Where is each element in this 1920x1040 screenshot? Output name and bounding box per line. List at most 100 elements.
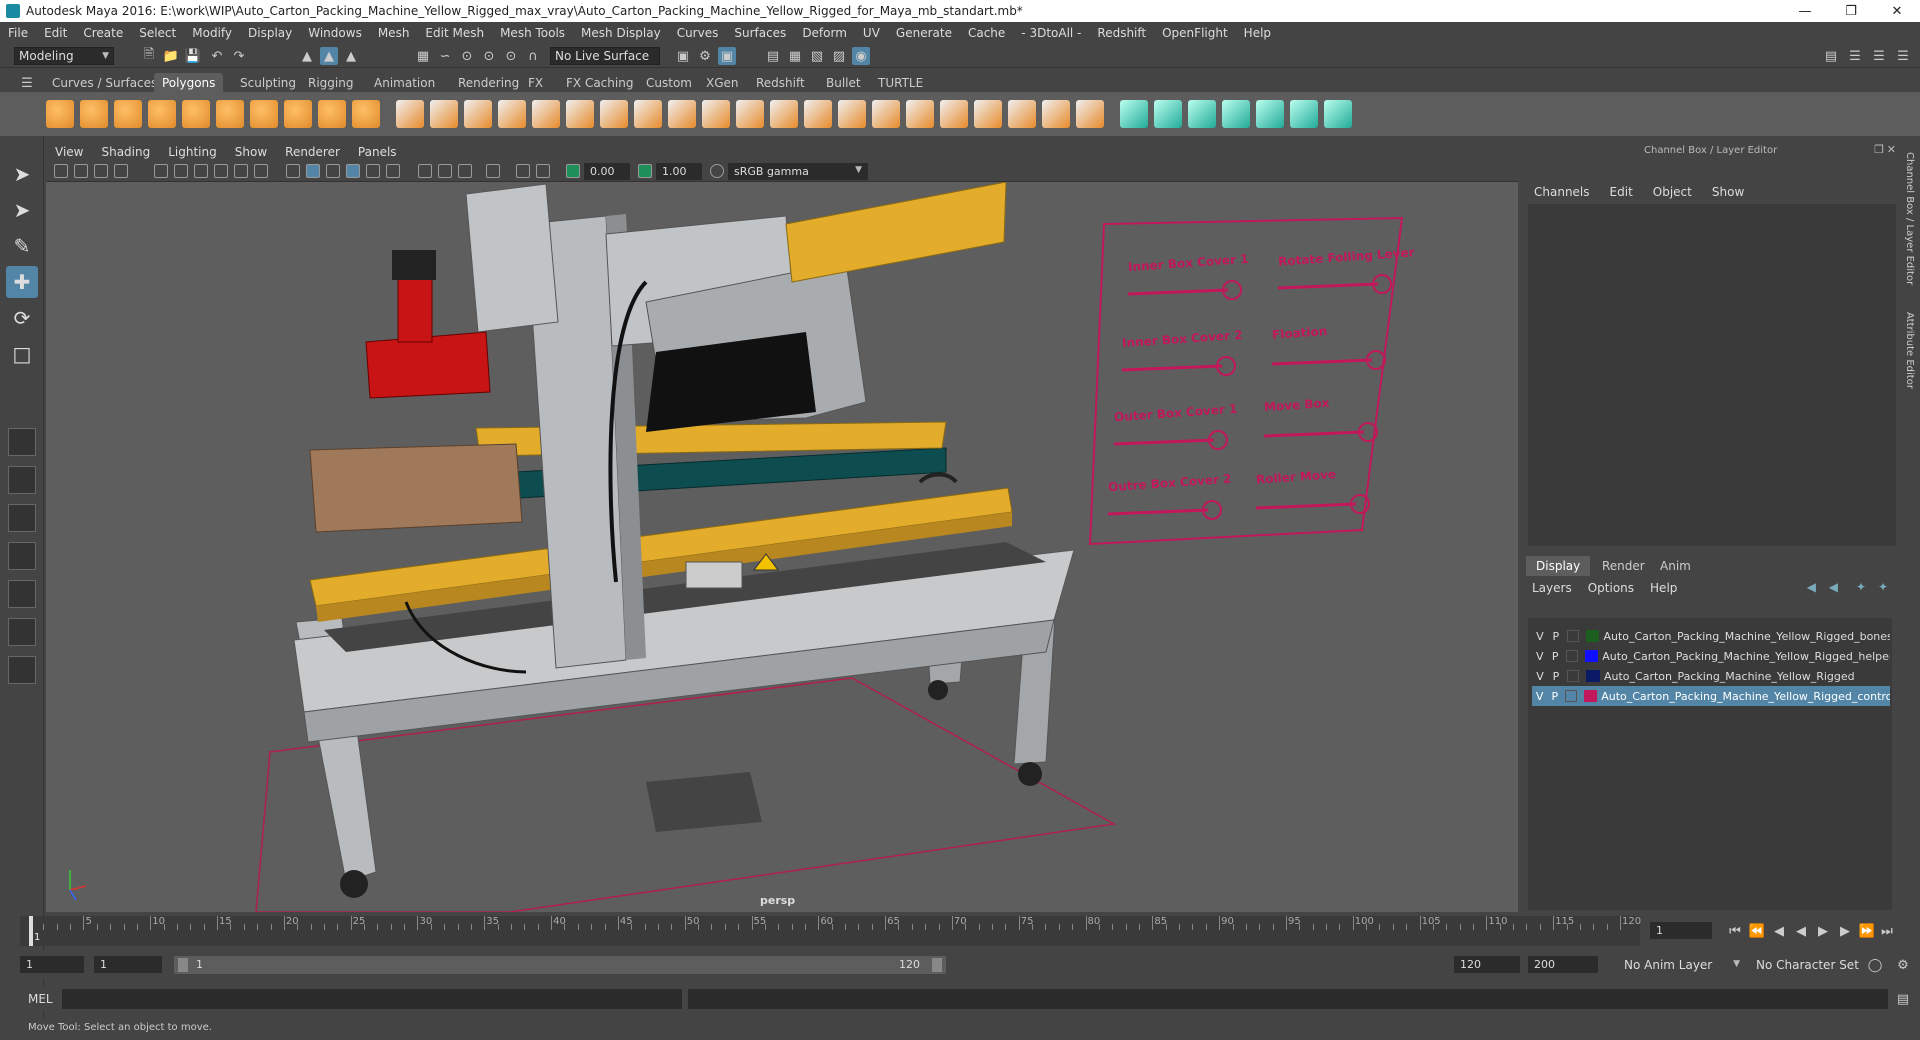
layer-color-swatch[interactable] bbox=[1585, 630, 1600, 642]
shelf-tab-rigging[interactable]: Rigging bbox=[300, 73, 361, 92]
cube-icon[interactable] bbox=[80, 100, 108, 128]
x-ray-icon[interactable] bbox=[516, 164, 530, 178]
move-layer-up-icon[interactable]: ◀ bbox=[1807, 580, 1816, 594]
menu-mesh[interactable]: Mesh bbox=[370, 26, 418, 40]
unfold-icon[interactable] bbox=[1324, 100, 1352, 128]
layer-display-type-toggle[interactable] bbox=[1565, 690, 1577, 702]
textured-icon[interactable] bbox=[346, 164, 360, 178]
menu-generate[interactable]: Generate bbox=[888, 26, 960, 40]
target-weld-icon[interactable] bbox=[940, 100, 968, 128]
undo-icon[interactable]: ↶ bbox=[208, 47, 226, 65]
rotate-tool-icon[interactable]: ⟳ bbox=[6, 302, 38, 334]
mode-dropdown[interactable]: Modeling ▼ bbox=[14, 47, 114, 65]
combine-icon[interactable] bbox=[532, 100, 560, 128]
wireframe-icon[interactable] bbox=[286, 164, 300, 178]
channel-box-menu-edit[interactable]: Edit bbox=[1600, 185, 1643, 199]
extract-icon[interactable] bbox=[600, 100, 628, 128]
range-end-handle[interactable] bbox=[932, 958, 942, 972]
channel-box-menu-show[interactable]: Show bbox=[1702, 185, 1754, 199]
viewport-menu-view[interactable]: View bbox=[46, 145, 92, 159]
playback-start-field[interactable]: 1 bbox=[94, 956, 162, 973]
persp-outliner-layout-icon[interactable] bbox=[8, 504, 36, 532]
side-tab-attribute-editor[interactable]: Attribute Editor bbox=[1904, 312, 1915, 389]
motion-blur-icon[interactable] bbox=[438, 164, 452, 178]
menu-surfaces[interactable]: Surfaces bbox=[726, 26, 794, 40]
layer-row[interactable]: V P Auto_Carton_Packing_Machine_Yellow_Rig… bbox=[1532, 626, 1890, 646]
color-management-icon[interactable] bbox=[710, 164, 724, 178]
hypershade-icon[interactable]: ▦ bbox=[786, 47, 804, 65]
snap-point-icon[interactable]: ⊙ bbox=[458, 47, 476, 65]
wireframe-on-shaded-icon[interactable] bbox=[326, 164, 340, 178]
shelf-tab-fx[interactable]: FX bbox=[520, 73, 551, 92]
film-gate-icon[interactable] bbox=[174, 164, 188, 178]
offset-edge-loop-icon[interactable] bbox=[1008, 100, 1036, 128]
sphere-icon[interactable] bbox=[46, 100, 74, 128]
persp-graph-layout-icon[interactable] bbox=[8, 542, 36, 570]
shelf-tab-redshift[interactable]: Redshift bbox=[748, 73, 813, 92]
redo-icon[interactable]: ↷ bbox=[230, 47, 248, 65]
layer-menu-layers[interactable]: Layers bbox=[1524, 581, 1580, 595]
safe-action-icon[interactable] bbox=[254, 164, 268, 178]
range-slider[interactable]: 1 120 bbox=[174, 956, 946, 974]
layer-menu-help[interactable]: Help bbox=[1642, 581, 1685, 595]
platonic-icon[interactable] bbox=[352, 100, 380, 128]
soccer-ball-icon[interactable] bbox=[430, 100, 458, 128]
viewport-menu-renderer[interactable]: Renderer bbox=[276, 145, 349, 159]
snap-view-icon[interactable]: ⊙ bbox=[480, 47, 498, 65]
live-surface-field[interactable]: No Live Surface bbox=[550, 47, 660, 65]
image-plane-icon[interactable] bbox=[114, 164, 128, 178]
render-region-icon[interactable]: ▣ bbox=[674, 47, 692, 65]
command-input[interactable] bbox=[62, 989, 682, 1009]
layer-menu-options[interactable]: Options bbox=[1580, 581, 1642, 595]
layer-display-type-toggle[interactable] bbox=[1566, 630, 1579, 642]
gamma-icon[interactable] bbox=[638, 164, 652, 178]
menu-display[interactable]: Display bbox=[240, 26, 300, 40]
toggle-channel-box-icon[interactable]: ☰ bbox=[1894, 47, 1912, 65]
layer-playback-toggle[interactable]: P bbox=[1548, 650, 1564, 663]
append-icon[interactable] bbox=[872, 100, 900, 128]
menu-curves[interactable]: Curves bbox=[669, 26, 727, 40]
exposure-field[interactable]: 0.00 bbox=[584, 163, 630, 180]
camera-attributes-icon[interactable] bbox=[74, 164, 88, 178]
shelf-tab-fx-caching[interactable]: FX Caching bbox=[558, 73, 641, 92]
layer-tab-display[interactable]: Display bbox=[1526, 556, 1591, 576]
menu-mesh-display[interactable]: Mesh Display bbox=[573, 26, 669, 40]
new-empty-layer-icon[interactable]: ✦ bbox=[1856, 580, 1866, 594]
render-icon[interactable]: ⚙ bbox=[696, 47, 714, 65]
ipr-render-icon[interactable]: ▧ bbox=[808, 47, 826, 65]
snap-grid-icon[interactable]: ▦ bbox=[414, 47, 432, 65]
torus-icon[interactable] bbox=[182, 100, 210, 128]
play-backward-icon[interactable]: ◀ bbox=[1792, 922, 1810, 940]
four-view-layout-icon[interactable] bbox=[8, 466, 36, 494]
workspace-icon[interactable]: ▤ bbox=[1822, 47, 1840, 65]
use-lights-icon[interactable] bbox=[366, 164, 380, 178]
isolate-select-icon[interactable] bbox=[486, 164, 500, 178]
gamma-field[interactable]: 1.00 bbox=[656, 163, 702, 180]
shelf-menu-icon[interactable]: ☰ bbox=[18, 74, 36, 92]
render-view-icon[interactable]: ▣ bbox=[718, 47, 736, 65]
shelf-tab-curves-surfaces[interactable]: Curves / Surfaces bbox=[44, 73, 165, 92]
character-set-dropdown[interactable]: No Character Set bbox=[1752, 956, 1864, 974]
viewport-menu-panels[interactable]: Panels bbox=[349, 145, 406, 159]
layer-display-type-toggle[interactable] bbox=[1567, 670, 1579, 682]
scale-tool-icon[interactable]: □ bbox=[6, 338, 38, 370]
resolution-gate-icon[interactable] bbox=[194, 164, 208, 178]
current-frame-field[interactable]: 1 bbox=[1650, 922, 1712, 939]
open-scene-icon[interactable]: 📁 bbox=[162, 47, 180, 65]
animation-end-field[interactable]: 200 bbox=[1528, 956, 1598, 973]
plane-icon[interactable] bbox=[216, 100, 244, 128]
shelf-tab-bullet[interactable]: Bullet bbox=[818, 73, 869, 92]
spherical-map-icon[interactable] bbox=[1256, 100, 1284, 128]
mirror-icon[interactable] bbox=[702, 100, 730, 128]
script-editor-icon[interactable]: ▤ bbox=[1894, 990, 1912, 1008]
redshift-render-icon[interactable]: ◉ bbox=[852, 47, 870, 65]
restore-icon[interactable]: ❐ bbox=[1828, 0, 1874, 22]
channel-box-menu-object[interactable]: Object bbox=[1643, 185, 1702, 199]
layer-tab-render[interactable]: Render bbox=[1592, 556, 1655, 576]
menu-windows[interactable]: Windows bbox=[300, 26, 370, 40]
automatic-map-icon[interactable] bbox=[1188, 100, 1216, 128]
shelf-tab-polygons[interactable]: Polygons bbox=[154, 73, 224, 92]
uv-editor-icon[interactable] bbox=[1120, 100, 1148, 128]
disc-icon[interactable] bbox=[250, 100, 278, 128]
animation-start-field[interactable]: 1 bbox=[20, 956, 84, 973]
